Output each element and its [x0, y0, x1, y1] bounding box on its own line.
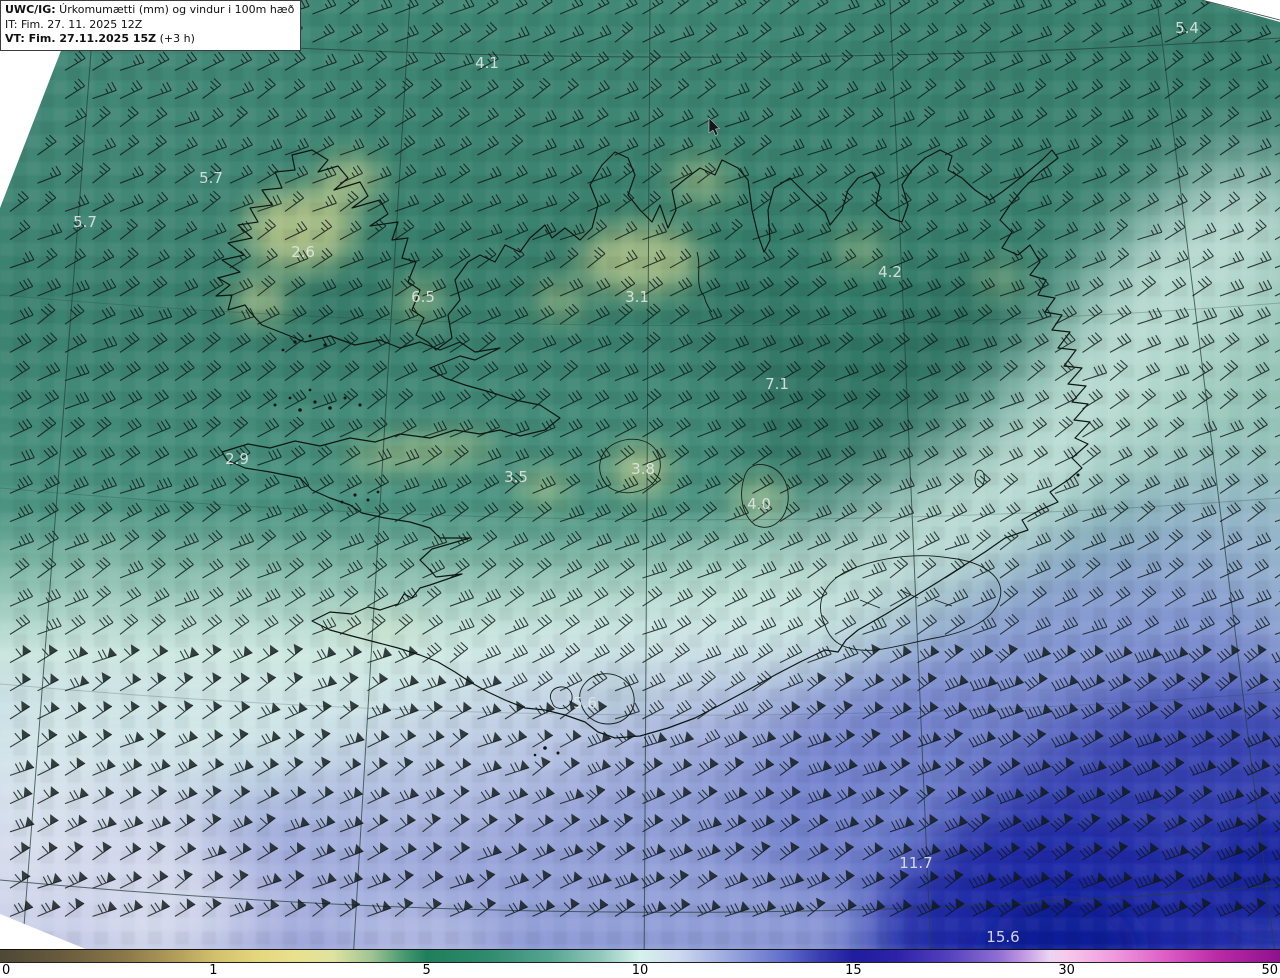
map-value-label: 2.9: [225, 450, 249, 468]
map-value-label: 11.7: [899, 854, 932, 872]
map-value-label: 6.5: [411, 288, 435, 306]
colorbar-tick-label: 30: [1058, 963, 1075, 978]
map-value-label: 3.8: [631, 460, 655, 478]
colorbar-tick-label: 5: [422, 963, 431, 978]
map-value-label: 4.2: [878, 263, 902, 281]
colorbar: 0 1 5 10 15 30 50: [0, 949, 1280, 978]
init-time: IT: Fim. 27. 11. 2025 12Z: [5, 17, 143, 31]
title-box: UWC/IG: Úrkomumætti (mm) og vindur i 100…: [0, 0, 302, 51]
colorbar-tick-label: 50: [1261, 963, 1278, 978]
map-value-label: 7.1: [765, 375, 789, 393]
valid-time: VT: Fim. 27.11.2025 15Z: [5, 32, 157, 46]
map-value-label: 5.4: [1175, 19, 1199, 37]
weather-map-viewer[interactable]: 5.4 4.1 5.7 5.7 2.6 6.5 3.1 4.2 7.1 2.9 3.5 3.8 4.0 5…: [0, 0, 1280, 978]
map-value-label: 3.5: [504, 468, 528, 486]
valid-offset: (+3 h): [156, 32, 195, 46]
map-value-label: 5.6: [573, 694, 597, 712]
map-value-label: 2.6: [291, 243, 315, 261]
colorbar-ticks: 0 1 5 10 15 30 50: [0, 963, 1280, 978]
map-value-label: 15.6: [986, 928, 1019, 946]
weather-map-canvas[interactable]: 5.4 4.1 5.7 5.7 2.6 6.5 3.1 4.2 7.1 2.9 3.5 3.8 4.0 5…: [0, 0, 1280, 978]
map-value-label: 3.1: [625, 288, 649, 306]
precipitation-field: [0, 0, 1280, 978]
model-label: UWC/IG:: [5, 3, 56, 16]
colorbar-gradient: [0, 949, 1280, 963]
colorbar-tick-label: 1: [209, 963, 218, 978]
map-value-label: 5.7: [199, 169, 223, 187]
colorbar-tick-label: 10: [631, 963, 649, 978]
valid-time-line: VT: Fim. 27.11.2025 15Z (+3 h): [5, 32, 294, 47]
product-title-line: UWC/IG: Úrkomumætti (mm) og vindur i 100…: [5, 3, 294, 18]
map-value-label: 5.7: [73, 213, 97, 231]
product-title: Úrkomumætti (mm) og vindur i 100m hæð: [55, 3, 295, 16]
map-value-label: 4.0: [747, 495, 771, 513]
colorbar-tick-label: 15: [845, 963, 862, 978]
map-value-label: 4.1: [475, 54, 499, 72]
colorbar-tick-label: 0: [2, 963, 11, 978]
